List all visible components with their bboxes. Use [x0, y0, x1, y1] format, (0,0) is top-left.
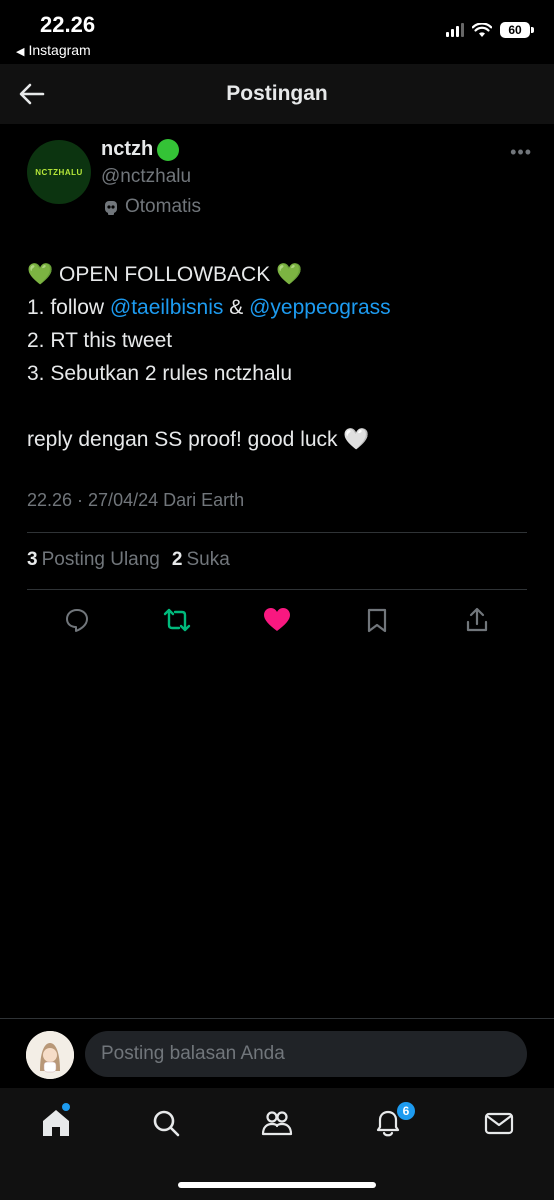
back-app-label: Instagram [28, 42, 91, 58]
green-heart-emoji: 💚 [276, 263, 303, 286]
author-avatar[interactable]: NCTZHALU [27, 140, 91, 204]
user-avatar[interactable] [26, 1031, 74, 1079]
communities-icon[interactable] [260, 1106, 294, 1140]
tweet-text: 💚 OPEN FOLLOWBACK 💚 1. follow @taeilbisn… [27, 258, 527, 456]
mention-link-yeppeograss[interactable]: @yeppeograss [249, 296, 391, 319]
ampersand-text: & [223, 296, 250, 319]
share-button[interactable] [462, 605, 492, 635]
tweet-line-5-text: reply dengan SS proof! good luck [27, 428, 338, 451]
bookmark-button[interactable] [362, 605, 392, 635]
retweet-button[interactable] [162, 605, 192, 635]
engagement-stats: 3 Posting Ulang 2 Suka [27, 549, 230, 571]
home-icon[interactable] [39, 1106, 73, 1140]
tweet-actions [27, 605, 527, 635]
battery-icon: 60 [500, 22, 534, 38]
reposts-count: 3 [27, 549, 38, 570]
mention-link-taeilbisnis[interactable]: @taeilbisnis [110, 296, 224, 319]
likes-count: 2 [171, 549, 183, 570]
bot-icon [105, 201, 117, 215]
wifi-icon [472, 22, 492, 37]
divider [27, 589, 527, 590]
tweet-line-2: 1. follow @taeilbisnis & @yeppeograss [27, 291, 527, 324]
divider [27, 532, 527, 533]
author-display-name: nctzh [101, 138, 154, 160]
reply-icon [66, 609, 88, 632]
automated-label-text: Otomatis [125, 196, 202, 217]
automated-label: Otomatis [101, 196, 201, 218]
white-heart-emoji: 🤍 [343, 428, 370, 451]
retweet-icon [163, 608, 191, 632]
back-triangle-icon: ◀ [16, 46, 25, 58]
reply-button[interactable] [62, 605, 92, 635]
reposts-stat[interactable]: 3 Posting Ulang [27, 549, 160, 571]
more-options-icon[interactable]: ••• [510, 142, 532, 163]
author-name[interactable]: nctzh [101, 138, 180, 161]
tweet-line-1-text: OPEN FOLLOWBACK [59, 263, 271, 286]
cellular-signal-icon [446, 23, 464, 37]
heart-filled-icon [264, 608, 290, 631]
home-indicator[interactable] [178, 1182, 376, 1188]
tweet-line-4: 3. Sebutkan 2 rules nctzhalu [27, 362, 293, 385]
like-button[interactable] [262, 605, 292, 635]
author-handle[interactable]: @nctzhalu [101, 166, 191, 188]
likes-stat[interactable]: 2 Suka [172, 549, 230, 571]
tweet-timestamp: 22.26 · 27/04/24 Dari Earth [27, 490, 245, 510]
green-heart-emoji: 💚 [27, 263, 54, 286]
notifications-badge: 6 [397, 1102, 415, 1120]
likes-label: Suka [186, 549, 230, 570]
tweet-line-5: reply dengan SS proof! good luck 🤍 [27, 423, 527, 456]
share-icon [466, 607, 488, 632]
status-bar: 22.26 ◀ Instagram 60 [0, 0, 554, 64]
tweet-line-1: 💚 OPEN FOLLOWBACK 💚 [27, 258, 527, 291]
reply-separator [0, 1018, 554, 1019]
user-avatar-image [26, 1031, 74, 1079]
home-unread-dot [62, 1103, 70, 1111]
bookmark-icon [367, 608, 387, 633]
page-title: Postingan [226, 82, 328, 105]
tweet-line-3: 2. RT this tweet [27, 329, 173, 352]
avatar-text: NCTZHALU [35, 167, 83, 177]
search-icon[interactable] [149, 1106, 183, 1140]
system-icons: 60 [446, 22, 534, 38]
tweet-line-2-prefix: 1. follow [27, 296, 110, 319]
status-time: 22.26 [40, 12, 96, 37]
back-to-app-link[interactable]: ◀ Instagram [16, 42, 91, 58]
green-circle-emoji [157, 138, 180, 161]
messages-mail-icon[interactable] [482, 1106, 516, 1140]
reply-input[interactable]: Posting balasan Anda [85, 1031, 527, 1077]
top-header: Postingan [0, 64, 554, 124]
reposts-label: Posting Ulang [41, 549, 160, 570]
